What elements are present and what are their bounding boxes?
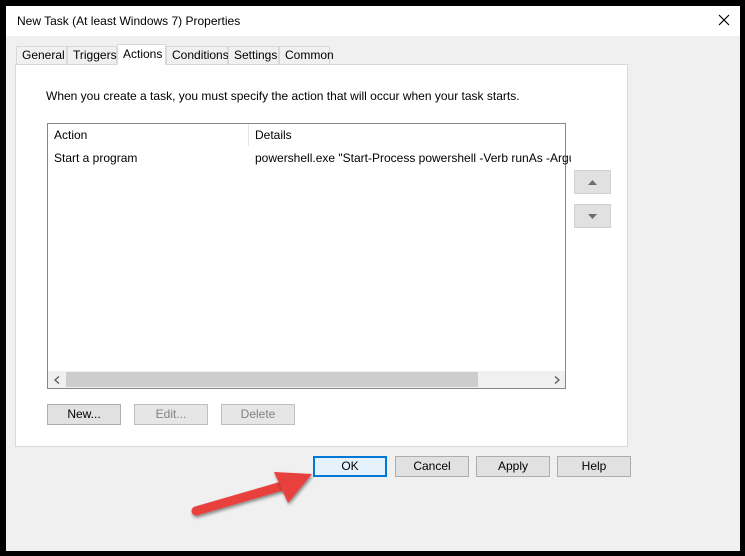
new-action-button[interactable]: New... bbox=[47, 404, 121, 425]
row-action-cell: Start a program bbox=[54, 151, 138, 165]
list-header: Action Details bbox=[48, 124, 565, 146]
ok-button[interactable]: OK bbox=[313, 456, 387, 477]
tab-conditions[interactable]: Conditions bbox=[166, 46, 229, 64]
tab-general[interactable]: General bbox=[16, 46, 67, 64]
title-bar: New Task (At least Windows 7) Properties bbox=[6, 6, 740, 36]
triangle-up-icon bbox=[588, 179, 597, 185]
actions-list[interactable]: Action Details Start a program powershel… bbox=[47, 123, 571, 389]
screenshot-frame: New Task (At least Windows 7) Properties… bbox=[0, 0, 745, 556]
scroll-thumb[interactable] bbox=[66, 372, 478, 387]
edit-action-button[interactable]: Edit... bbox=[134, 404, 208, 425]
table-row[interactable]: Start a program powershell.exe "Start-Pr… bbox=[48, 149, 571, 167]
column-header-details[interactable]: Details bbox=[249, 124, 565, 146]
tab-actions[interactable]: Actions bbox=[117, 44, 166, 65]
tab-settings[interactable]: Settings bbox=[228, 46, 279, 64]
help-button[interactable]: Help bbox=[557, 456, 631, 477]
tab-common[interactable]: Common bbox=[279, 46, 334, 64]
properties-dialog: New Task (At least Windows 7) Properties… bbox=[6, 6, 740, 551]
chevron-left-icon bbox=[53, 375, 59, 384]
scroll-left-button[interactable] bbox=[48, 371, 65, 388]
close-icon bbox=[718, 14, 730, 26]
apply-button[interactable]: Apply bbox=[476, 456, 550, 477]
row-details-cell: powershell.exe "Start-Process powershell… bbox=[255, 151, 571, 165]
tab-triggers[interactable]: Triggers bbox=[67, 46, 117, 64]
cancel-button[interactable]: Cancel bbox=[395, 456, 469, 477]
window-title: New Task (At least Windows 7) Properties bbox=[17, 14, 241, 28]
move-down-button[interactable] bbox=[574, 204, 611, 228]
triangle-down-icon bbox=[588, 213, 597, 219]
close-button[interactable] bbox=[712, 8, 736, 32]
scroll-right-button[interactable] bbox=[548, 371, 565, 388]
delete-action-button[interactable]: Delete bbox=[221, 404, 295, 425]
horizontal-scrollbar[interactable] bbox=[48, 371, 565, 388]
actions-panel: When you create a task, you must specify… bbox=[15, 64, 628, 447]
chevron-right-icon bbox=[554, 375, 560, 384]
move-up-button[interactable] bbox=[574, 170, 611, 194]
column-header-action[interactable]: Action bbox=[48, 124, 248, 146]
instruction-text: When you create a task, you must specify… bbox=[46, 89, 520, 103]
